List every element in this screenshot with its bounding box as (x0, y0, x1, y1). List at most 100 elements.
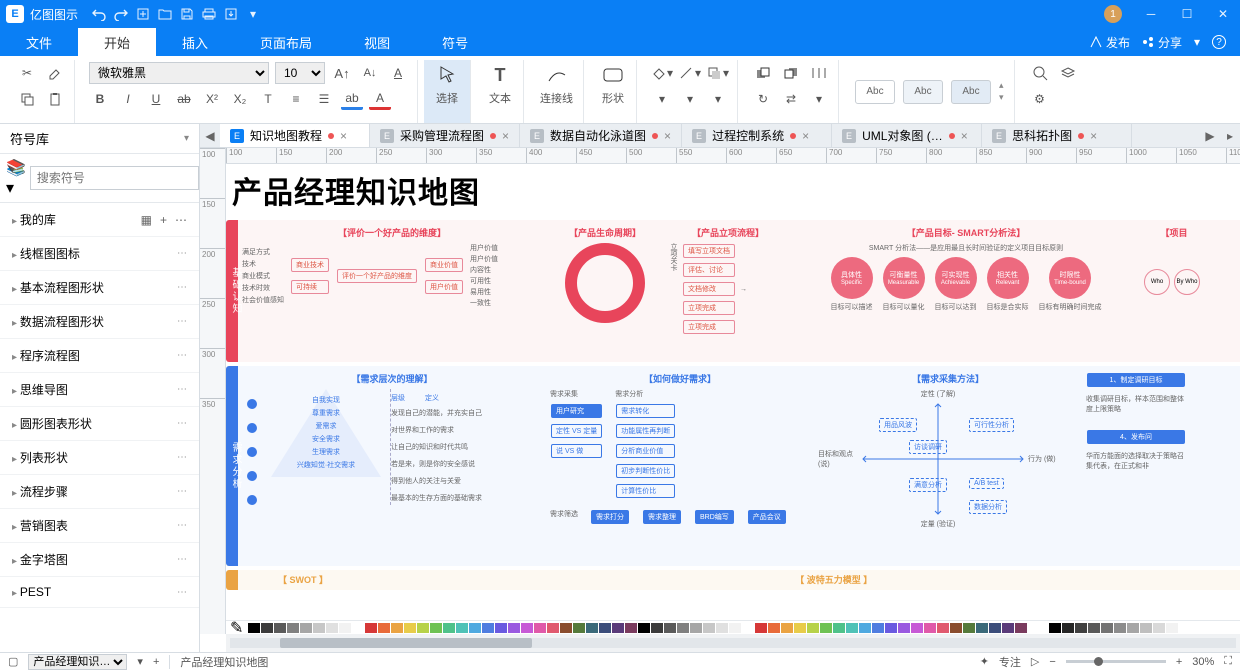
tab-close-icon[interactable]: × (502, 129, 509, 143)
menu-start[interactable]: 开始 (78, 28, 156, 56)
paint-icon[interactable] (44, 62, 66, 84)
color-swatch[interactable] (677, 623, 689, 633)
color-swatch[interactable] (1166, 623, 1178, 633)
scrollbar-thumb[interactable] (280, 638, 532, 648)
help-icon[interactable]: ? (1212, 35, 1226, 49)
paste-icon[interactable] (44, 88, 66, 110)
category-item[interactable]: ▸ 数据流程图形状⋯ (0, 305, 199, 339)
category-item[interactable]: ▸ 列表形状⋯ (0, 441, 199, 475)
color-swatch[interactable] (1015, 623, 1027, 633)
color-swatch[interactable] (443, 623, 455, 633)
user-avatar[interactable]: 1 (1104, 5, 1122, 23)
category-item[interactable]: ▸ PEST⋯ (0, 577, 199, 608)
document-tab[interactable]: E过程控制系统× (682, 124, 832, 147)
color-swatch[interactable] (1002, 623, 1014, 633)
my-library-item[interactable]: ▸ 我的库 ▦+⋯ (0, 203, 199, 237)
settings-icon[interactable]: ⚙ (1029, 88, 1051, 110)
color-swatch[interactable] (313, 623, 325, 633)
color-swatch[interactable] (1075, 623, 1087, 633)
fit-page-icon[interactable]: ⛶ (1224, 655, 1232, 668)
color-swatch[interactable] (300, 623, 312, 633)
present-icon[interactable]: ▷ (1031, 655, 1039, 668)
color-swatch[interactable] (768, 623, 780, 633)
color-swatch[interactable] (469, 623, 481, 633)
color-swatch[interactable] (417, 623, 429, 633)
share-dropdown-icon[interactable]: ▾ (1194, 35, 1200, 49)
connector-tool[interactable]: 连接线 (530, 60, 584, 123)
bold-icon[interactable]: B (89, 88, 111, 110)
shape-tool[interactable]: 形状 (590, 60, 637, 123)
save-icon[interactable] (176, 3, 198, 25)
document-tab[interactable]: EUML对象图 (…× (832, 124, 982, 147)
tab-close-icon[interactable]: × (802, 129, 809, 143)
add-library-icon[interactable]: + (160, 213, 167, 227)
zoom-in-icon[interactable]: + (1176, 656, 1182, 668)
category-item[interactable]: ▸ 程序流程图⋯ (0, 339, 199, 373)
menu-view[interactable]: 视图 (338, 28, 416, 56)
color-swatch[interactable] (950, 623, 962, 633)
focus-mode-icon[interactable]: ✦ (980, 655, 989, 668)
color-swatch[interactable] (859, 623, 871, 633)
color-swatch[interactable] (794, 623, 806, 633)
close-icon[interactable]: ✕ (1212, 3, 1234, 25)
color-swatch[interactable] (729, 623, 741, 633)
more-arrange-icon[interactable]: ▾ (808, 88, 830, 110)
horizontal-scrollbar[interactable] (226, 634, 1240, 652)
underline-icon[interactable]: U (145, 88, 167, 110)
panel-collapse-icon[interactable]: ▾ (184, 133, 189, 144)
flip-icon[interactable]: ⇄ (780, 88, 802, 110)
color-swatch[interactable] (690, 623, 702, 633)
color-swatch[interactable] (391, 623, 403, 633)
group-icon[interactable]: ▾ (707, 88, 729, 110)
clear-format-icon[interactable]: A (387, 62, 409, 84)
menu-symbol[interactable]: 符号 (416, 28, 494, 56)
zoom-slider[interactable] (1066, 660, 1166, 663)
tab-close-icon[interactable]: × (340, 129, 347, 143)
color-swatch[interactable] (846, 623, 858, 633)
color-swatch[interactable] (326, 623, 338, 633)
style-preset-3[interactable]: Abc (951, 80, 991, 104)
color-swatch[interactable] (365, 623, 377, 633)
color-swatch[interactable] (1114, 623, 1126, 633)
font-family-select[interactable]: 微软雅黑 (89, 62, 269, 84)
layers-icon[interactable] (1057, 62, 1079, 84)
align-icon[interactable]: ▾ (679, 88, 701, 110)
color-swatch[interactable] (989, 623, 1001, 633)
color-swatch[interactable] (495, 623, 507, 633)
italic-icon[interactable]: I (117, 88, 139, 110)
menu-file[interactable]: 文件 (0, 28, 78, 56)
text-tool[interactable]: T 文本 (477, 60, 524, 123)
color-swatch[interactable] (534, 623, 546, 633)
color-swatch[interactable] (1101, 623, 1113, 633)
symbol-search-input[interactable] (30, 166, 199, 190)
color-swatch[interactable] (599, 623, 611, 633)
color-swatch[interactable] (820, 623, 832, 633)
color-swatch[interactable] (781, 623, 793, 633)
color-swatch[interactable] (248, 623, 260, 633)
library-picker-icon[interactable]: 📚▾ (6, 158, 26, 198)
color-swatch[interactable] (1088, 623, 1100, 633)
color-swatch[interactable] (456, 623, 468, 633)
strike-icon[interactable]: ab (173, 88, 195, 110)
tab-add-icon[interactable]: ▸ (1220, 124, 1240, 147)
superscript-icon[interactable]: X² (201, 88, 223, 110)
color-swatch[interactable] (937, 623, 949, 633)
minimize-icon[interactable]: ─ (1140, 3, 1162, 25)
color-swatch[interactable] (703, 623, 715, 633)
publish-button[interactable]: 发布 (1090, 34, 1130, 51)
cut-icon[interactable]: ✂ (16, 62, 38, 84)
color-swatch[interactable] (1062, 623, 1074, 633)
color-swatch[interactable] (430, 623, 442, 633)
style-preset-1[interactable]: Abc (855, 80, 895, 104)
arrange-icon[interactable]: ▾ (651, 88, 673, 110)
color-swatch[interactable] (911, 623, 923, 633)
color-swatch[interactable] (1127, 623, 1139, 633)
color-swatch[interactable] (560, 623, 572, 633)
subscript-icon[interactable]: X₂ (229, 88, 251, 110)
color-swatch[interactable] (651, 623, 663, 633)
rotate-icon[interactable]: ↻ (752, 88, 774, 110)
font-color-icon[interactable]: A (369, 88, 391, 110)
color-swatch[interactable] (612, 623, 624, 633)
color-swatch[interactable] (807, 623, 819, 633)
document-tab[interactable]: E采购管理流程图× (370, 124, 520, 147)
